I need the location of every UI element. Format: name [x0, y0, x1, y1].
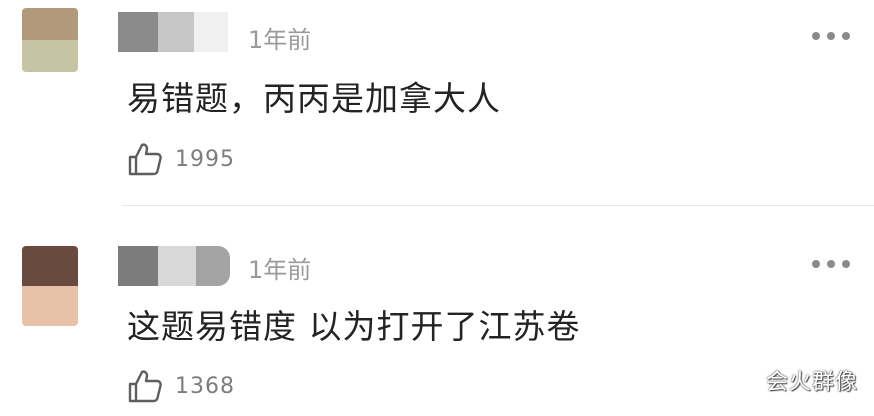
like-count: 1368 — [175, 373, 235, 399]
more-dots-icon — [812, 32, 820, 40]
more-options-button[interactable] — [812, 26, 850, 46]
comment-text: 易错题，丙丙是加拿大人 — [127, 79, 501, 118]
comment-timestamp: 1年前 — [248, 256, 312, 284]
more-options-button[interactable] — [812, 254, 850, 274]
more-dots-icon — [812, 260, 820, 268]
avatar[interactable] — [22, 8, 78, 72]
like-button[interactable]: 1995 — [127, 139, 235, 179]
watermark: 会火群像 — [765, 370, 858, 395]
comment-text: 这题易错度 以为打开了江苏卷 — [127, 307, 581, 346]
avatar[interactable] — [22, 246, 78, 326]
like-count: 1995 — [175, 146, 235, 172]
username-blurred[interactable] — [118, 246, 230, 286]
thumbs-up-icon — [128, 370, 162, 403]
comment-timestamp: 1年前 — [248, 26, 312, 54]
username-blurred[interactable] — [118, 12, 228, 52]
comment-item: 1年前 这题易错度 以为打开了江苏卷 1368 — [0, 206, 874, 416]
like-button[interactable]: 1368 — [127, 366, 235, 406]
thumbs-up-icon — [128, 143, 162, 176]
comment-item: 1年前 易错题，丙丙是加拿大人 1995 — [0, 0, 874, 205]
